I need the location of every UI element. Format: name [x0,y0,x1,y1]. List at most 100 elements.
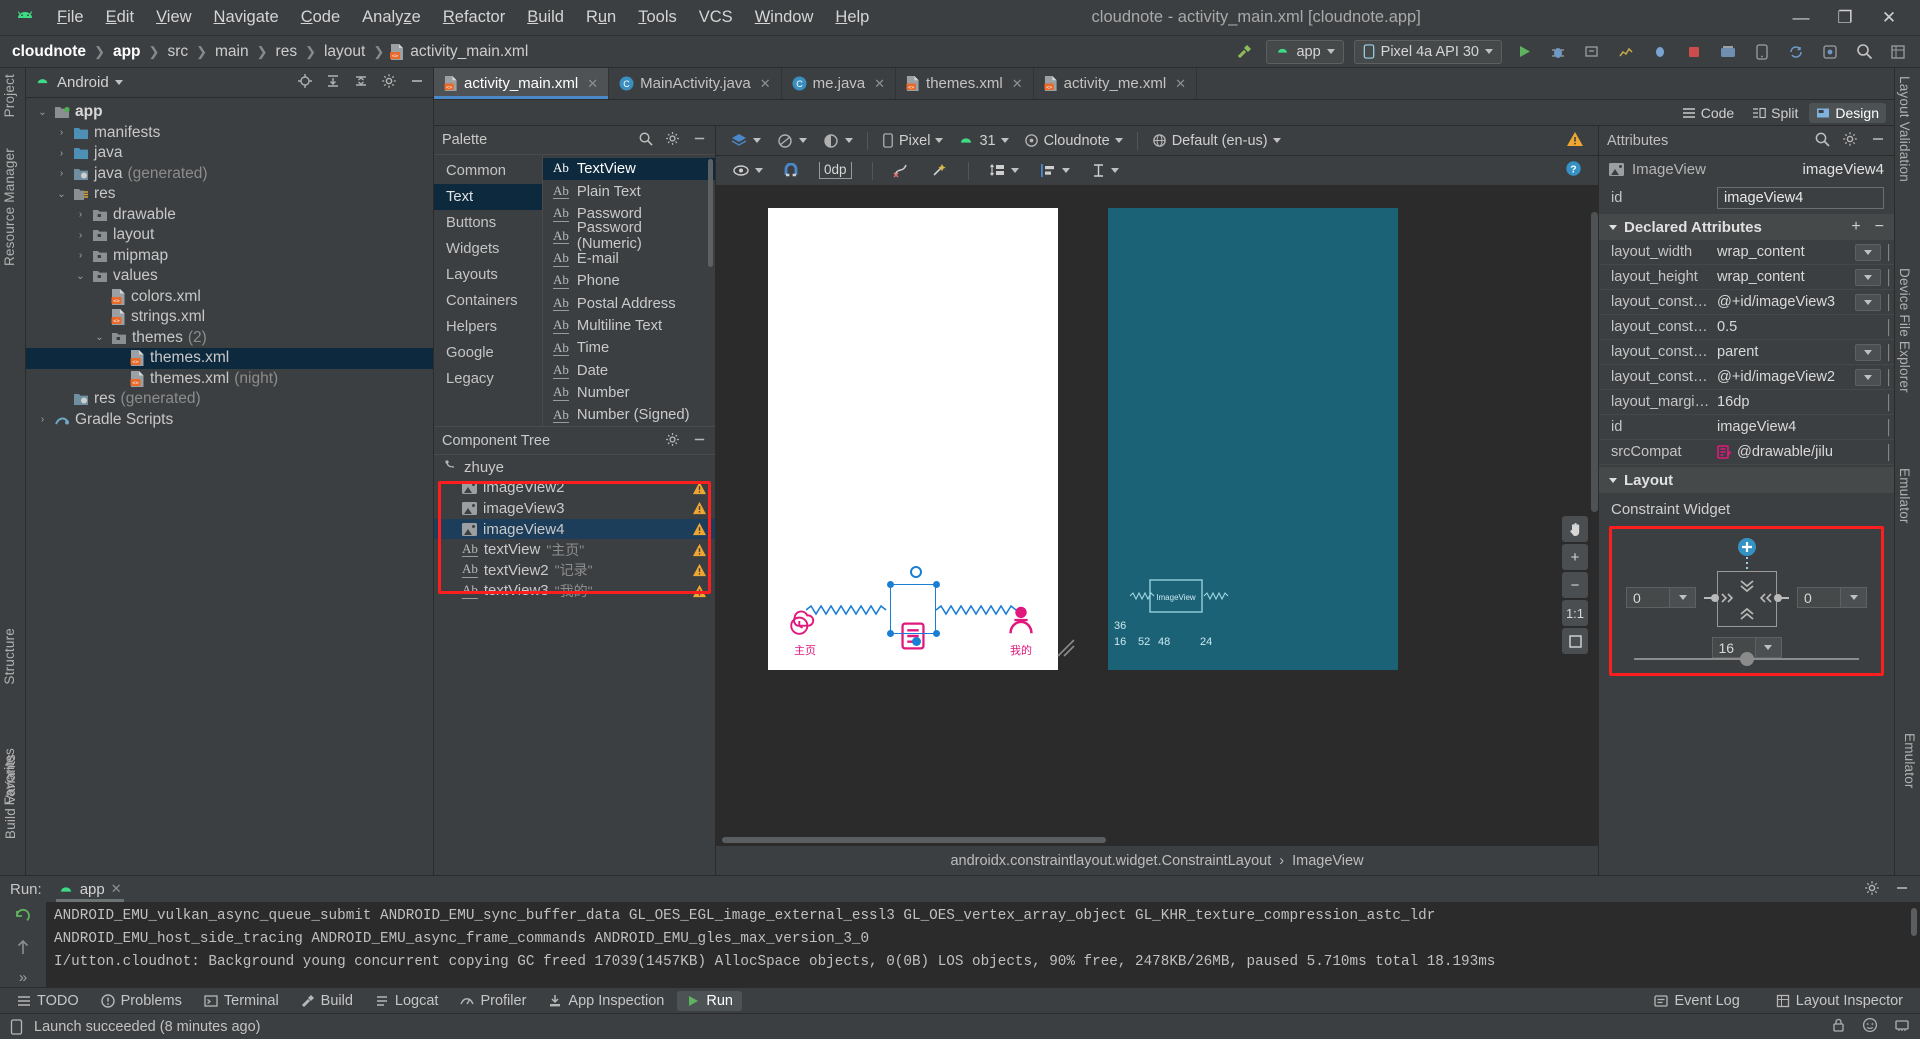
attribute-row[interactable]: layout_constraint… parent │ [1599,340,1894,365]
palette-item[interactable]: Ab Phone [543,270,715,292]
breadcrumb-activity-main[interactable]: activity_main.xml [408,43,530,61]
guidelines-icon[interactable] [1085,161,1125,180]
attribute-rows[interactable]: layout_width wrap_content │ layout_height wr… [1599,240,1894,465]
component-tree-body[interactable]: zhuye imageView2 imageView3 imageView4 Ab te… [434,454,715,875]
breadcrumb-src[interactable]: src [165,43,190,61]
device-dropdown[interactable]: Pixel [876,131,949,151]
project-tree-node[interactable]: › Gradle Scripts [26,410,433,431]
component-tree-root[interactable]: zhuye [434,457,715,478]
chevron-right-icon[interactable]: › [55,148,68,159]
attribute-row[interactable]: layout_height wrap_content │ [1599,265,1894,290]
tool-window-layout-inspector[interactable]: Layout Inspector [1767,991,1912,1011]
run-config-selector[interactable]: app [1266,39,1344,64]
blueprint-icon[interactable] [770,131,813,151]
mode-code-button[interactable]: Code [1675,103,1741,123]
palette-group-helpers[interactable]: Helpers [434,314,542,340]
mode-split-button[interactable]: Split [1745,103,1805,123]
project-tree-node[interactable]: <> strings.xml [26,307,433,328]
memory-icon[interactable] [1894,1017,1910,1037]
palette-group-google[interactable]: Google [434,340,542,366]
add-attribute-button[interactable]: + [1851,218,1860,236]
project-tree-node[interactable]: › manifests [26,123,433,144]
attribute-row[interactable]: layout_constraint… 0.5 │ [1599,315,1894,340]
selection-rectangle[interactable] [890,584,936,634]
menu-file[interactable]: File [46,4,95,31]
settings-icon[interactable] [665,131,680,149]
close-button[interactable]: ✕ [1880,8,1898,28]
project-tree-node[interactable]: ⌄ res [26,184,433,205]
layers-icon[interactable] [724,131,767,151]
palette-group-list[interactable]: Common Text Buttons Widgets Layouts Container… [434,155,542,426]
rail-emulator-right[interactable]: Emulator [2,733,1917,789]
rail-device-file-explorer[interactable]: Device File Explorer [1897,268,1912,393]
palette-item[interactable]: Ab Time [543,337,715,359]
footer-child-label[interactable]: ImageView [1292,853,1363,869]
project-tree-node[interactable]: <> themes.xml [26,348,433,369]
close-tab-icon[interactable]: ✕ [587,76,598,92]
warning-icon[interactable] [692,543,707,557]
view-options-icon[interactable] [726,161,769,180]
menu-refactor[interactable]: Refactor [432,4,516,31]
attribute-dropdown[interactable] [1855,268,1881,286]
chevron-down-icon[interactable] [114,80,123,85]
settings-icon[interactable] [381,73,397,92]
declared-attributes-section-header[interactable]: Declared Attributes + − [1599,214,1894,240]
stop-icon[interactable] [1682,40,1706,64]
warning-icon[interactable] [692,563,707,577]
canvas-horizontal-scrollbar[interactable] [716,835,1598,845]
chevron-right-icon[interactable]: › [74,250,87,261]
palette-group-text[interactable]: Text [434,184,542,210]
mode-design-button[interactable]: Design [1809,102,1886,123]
palette-item[interactable]: Ab Number [543,382,715,404]
menu-view[interactable]: View [145,4,202,31]
attribute-dropdown[interactable] [1855,368,1881,386]
menu-code[interactable]: Code [290,4,351,31]
remove-attribute-button[interactable]: − [1875,218,1884,236]
attribute-dropdown[interactable] [1855,243,1881,261]
avd-manager-icon[interactable] [1750,40,1774,64]
palette-item[interactable]: Ab Date [543,360,715,382]
search-icon[interactable] [1852,40,1876,64]
attribute-value[interactable]: 16dp [1711,394,1885,410]
component-tree-node[interactable]: imageView2 [434,478,715,499]
chevron-down-icon[interactable]: ⌄ [74,271,87,282]
palette-group-layouts[interactable]: Layouts [434,262,542,288]
editor-tab[interactable]: <> activity_main.xml ✕ [434,68,610,99]
device-selector[interactable]: Pixel 4a API 30 [1353,39,1502,64]
right-margin-dropdown[interactable] [1841,587,1867,608]
menu-edit[interactable]: Edit [95,4,145,31]
vertical-bias-slider[interactable] [1634,652,1859,666]
chevron-down-icon[interactable]: ⌄ [36,107,49,118]
project-tree-node[interactable]: <> colors.xml [26,287,433,308]
project-tree-node[interactable]: ⌄ themes (2) [26,328,433,349]
run-console-output[interactable]: ANDROID_EMU_vulkan_async_queue_submit AN… [46,902,1908,987]
notification-icon[interactable] [1862,1017,1878,1037]
id-input[interactable]: imageView4 [1717,187,1884,209]
editor-tab[interactable]: <> themes.xml ✕ [896,68,1034,99]
magnet-icon[interactable] [778,161,804,180]
search-icon[interactable] [638,131,653,149]
attribute-row[interactable]: srcCompat @drawable/jilu │ [1599,440,1894,465]
project-tree-node[interactable]: res (generated) [26,389,433,410]
fit-screen-button[interactable] [1562,628,1588,654]
project-tree-node[interactable]: › java (generated) [26,164,433,185]
debug-icon[interactable] [1546,40,1570,64]
attribute-value[interactable]: parent [1711,344,1855,360]
theme-dropdown[interactable]: Cloudnote [1018,131,1129,151]
footer-parent-label[interactable]: androidx.constraintlayout.widget.Constra… [950,853,1271,869]
tool-window-profiler[interactable]: Profiler [451,991,535,1011]
expand-icon[interactable]: » [19,969,27,986]
palette-item[interactable]: Ab Plain Text [543,180,715,202]
rail-structure[interactable]: Structure [2,628,17,685]
constraint-widget[interactable]: 0 0 16 [1609,526,1884,676]
editor-tab-bar[interactable]: <> activity_main.xml ✕ C MainActivity.java ✕ C… [434,68,1894,100]
chevron-down-icon[interactable]: ⌄ [55,189,68,200]
resize-handle-tr[interactable] [933,581,940,588]
collapse-all-icon[interactable] [353,73,369,92]
project-tree-node[interactable]: › layout [26,225,433,246]
project-tree-node[interactable]: › java [26,143,433,164]
sdk-manager-icon[interactable] [1716,40,1740,64]
attribute-value[interactable]: imageView4 [1711,419,1885,435]
close-tab-icon[interactable]: ✕ [1012,76,1023,92]
component-tree-node[interactable]: Ab textView2 "记录" [434,560,715,581]
